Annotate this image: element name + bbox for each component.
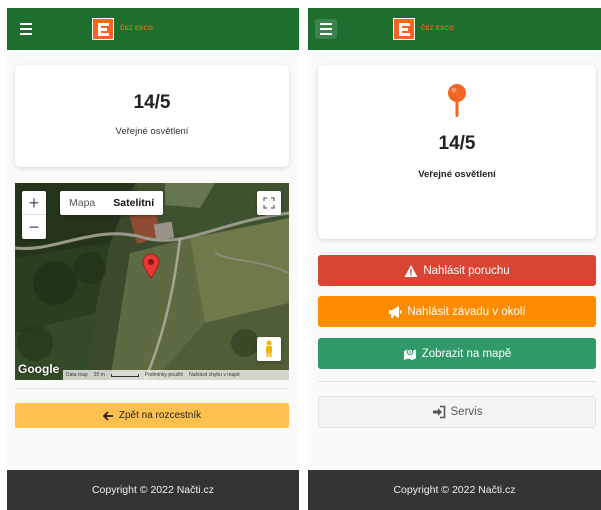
brand-name: ČEZ ESCO	[120, 26, 154, 32]
map-report-link[interactable]: Nahlásit chybu v mapě	[189, 372, 240, 378]
divider	[15, 388, 289, 389]
location-card: 14/5 Veřejné osvětlení	[15, 65, 289, 167]
right-screen: ČEZ ESCO 14/5 Veřejné osvětlení Nahlásit…	[308, 8, 601, 510]
brand-name: ČEZ ESCO	[421, 26, 455, 32]
location-pin-icon	[448, 84, 466, 117]
menu-icon[interactable]	[15, 19, 37, 39]
location-code: 14/5	[133, 92, 171, 113]
map-type-satellite-button[interactable]: Satelitní	[104, 191, 163, 215]
location-code: 14/5	[438, 133, 476, 154]
divider	[318, 381, 596, 382]
show-on-map-label: Zobrazit na mapě	[421, 347, 512, 360]
page-footer: Copyright © 2022 Načti.cz	[308, 470, 601, 510]
servis-label: Servis	[450, 406, 483, 418]
map-data-link[interactable]: Data map	[66, 372, 88, 378]
report-fault-button[interactable]: Nahlásit poruchu	[318, 255, 596, 286]
cez-logo-icon	[393, 18, 415, 40]
brand-logo[interactable]: ČEZ ESCO	[92, 18, 153, 40]
location-type: Veřejné osvětlení	[115, 126, 189, 137]
show-on-map-button[interactable]: Zobrazit na mapě	[318, 338, 596, 369]
zoom-control: + −	[22, 191, 46, 239]
map-scale-label: 20 m	[93, 372, 105, 378]
fullscreen-icon[interactable]	[257, 191, 281, 215]
zoom-out-button[interactable]: −	[22, 215, 46, 239]
copyright-text: Copyright © 2022 Načti.cz	[393, 484, 516, 496]
report-fault-label: Nahlásit poruchu	[423, 264, 510, 277]
warning-icon	[404, 264, 418, 277]
cez-logo-icon	[92, 18, 114, 40]
map-attribution: Data map 20 m Podmínky použití Nahlásit …	[63, 370, 289, 380]
map-pin-icon[interactable]	[142, 253, 160, 279]
left-screen: ČEZ ESCO 14/5 Veřejné osvětlení + − Mapa…	[7, 8, 299, 510]
page-footer: Copyright © 2022 Načti.cz	[7, 470, 299, 510]
location-type: Veřejné osvětlení	[418, 169, 496, 180]
map-terms-link[interactable]: Podmínky použití	[145, 372, 183, 378]
map-type-control: Mapa Satelitní	[60, 191, 164, 215]
servis-button[interactable]: Servis	[318, 396, 596, 428]
navbar: ČEZ ESCO	[7, 8, 299, 50]
map-type-map-button[interactable]: Mapa	[60, 191, 104, 215]
copyright-text: Copyright © 2022 Načti.cz	[91, 484, 215, 496]
brand-logo[interactable]: ČEZ ESCO	[393, 18, 454, 40]
location-card: 14/5 Veřejné osvětlení	[318, 65, 596, 239]
back-button-label: Zpět na rozcestník	[118, 410, 202, 421]
map-view[interactable]: + − Mapa Satelitní Google Data map 20 m …	[15, 183, 289, 380]
sign-in-icon	[432, 405, 445, 419]
arrow-left-icon	[102, 410, 113, 421]
report-nearby-defect-button[interactable]: Nahlásit závadu v okolí	[318, 296, 596, 327]
street-view-pegman-icon[interactable]	[257, 337, 281, 361]
map-icon	[403, 348, 416, 360]
report-nearby-defect-label: Nahlásit závadu v okolí	[407, 305, 526, 318]
menu-icon[interactable]	[315, 19, 337, 39]
navbar: ČEZ ESCO	[308, 8, 601, 50]
back-button[interactable]: Zpět na rozcestník	[15, 403, 289, 428]
map-scale-bar	[110, 373, 139, 377]
zoom-in-button[interactable]: +	[22, 191, 46, 215]
google-logo: Google	[18, 362, 60, 376]
megaphone-icon	[389, 305, 402, 318]
